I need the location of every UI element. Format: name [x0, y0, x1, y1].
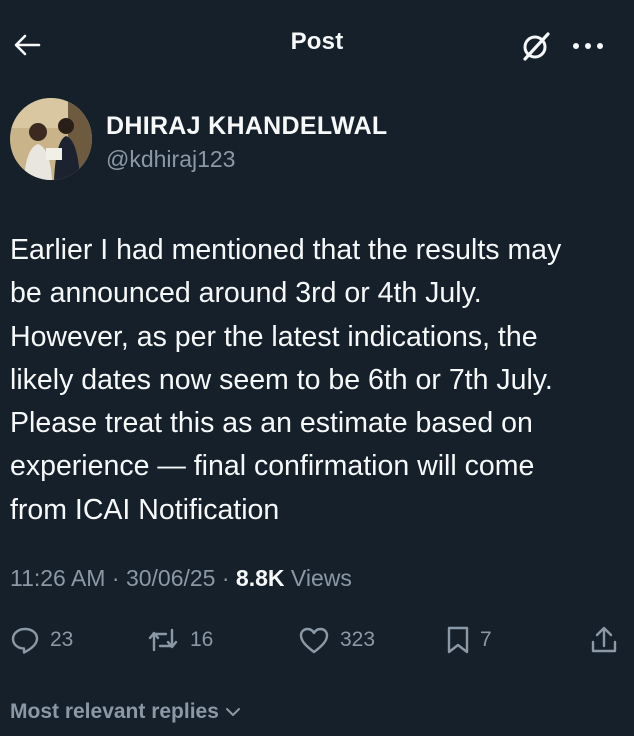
reply-icon — [11, 627, 39, 654]
chevron-down-icon — [225, 708, 240, 716]
post-date[interactable]: 30/06/25 — [126, 565, 216, 591]
post-line: from ICAI Notification — [10, 493, 280, 526]
share-button[interactable] — [590, 618, 618, 662]
reply-count: 23 — [50, 628, 74, 651]
like-icon — [299, 627, 329, 654]
replies-sort-label: Most relevant replies — [10, 700, 219, 723]
post-line: likely dates now seem to be 6th or 7th J… — [10, 363, 553, 396]
post-line: However, as per the latest indications, … — [10, 320, 538, 353]
post-line: Earlier I had mentioned that the results… — [10, 234, 562, 266]
bookmark-count: 7 — [480, 628, 492, 651]
repost-count: 16 — [190, 628, 214, 651]
post-line: experience — final confirmation will com… — [10, 450, 535, 483]
like-count: 323 — [340, 628, 376, 651]
post-line: be announced around 3rd or 4th July. — [10, 277, 482, 310]
action-bar: 23 16 323 7 — [0, 618, 634, 662]
grok-button[interactable] — [516, 26, 556, 66]
reply-button[interactable]: 23 — [10, 618, 73, 662]
author-name[interactable]: DHIRAJ KHANDELWAL — [106, 112, 388, 141]
top-bar: Post — [0, 0, 634, 88]
repost-icon — [148, 628, 178, 652]
post-line: Please treat this as an estimate based o… — [10, 407, 533, 440]
share-icon — [591, 626, 617, 653]
replies-sort-dropdown[interactable]: Most relevant replies — [10, 700, 241, 724]
more-icon — [573, 43, 603, 49]
more-options-button[interactable] — [566, 26, 610, 66]
bookmark-icon — [447, 626, 469, 654]
post-time[interactable]: 11:26 AM — [10, 565, 105, 591]
repost-button[interactable]: 16 — [146, 618, 213, 662]
meta-separator: · — [215, 565, 236, 591]
views-count[interactable]: 8.8K — [236, 565, 285, 591]
avatar[interactable] — [10, 98, 92, 180]
post-text: Earlier I had mentioned that the results… — [10, 229, 624, 532]
views-label: Views — [284, 565, 352, 591]
author-handle[interactable]: @kdhiraj123 — [106, 146, 235, 173]
like-button[interactable]: 323 — [298, 618, 375, 662]
bookmark-button[interactable]: 7 — [446, 618, 492, 662]
meta-separator: · — [105, 565, 126, 591]
post-meta: 11:26 AM · 30/06/25 · 8.8K Views — [10, 565, 352, 592]
grok-icon — [523, 32, 550, 61]
